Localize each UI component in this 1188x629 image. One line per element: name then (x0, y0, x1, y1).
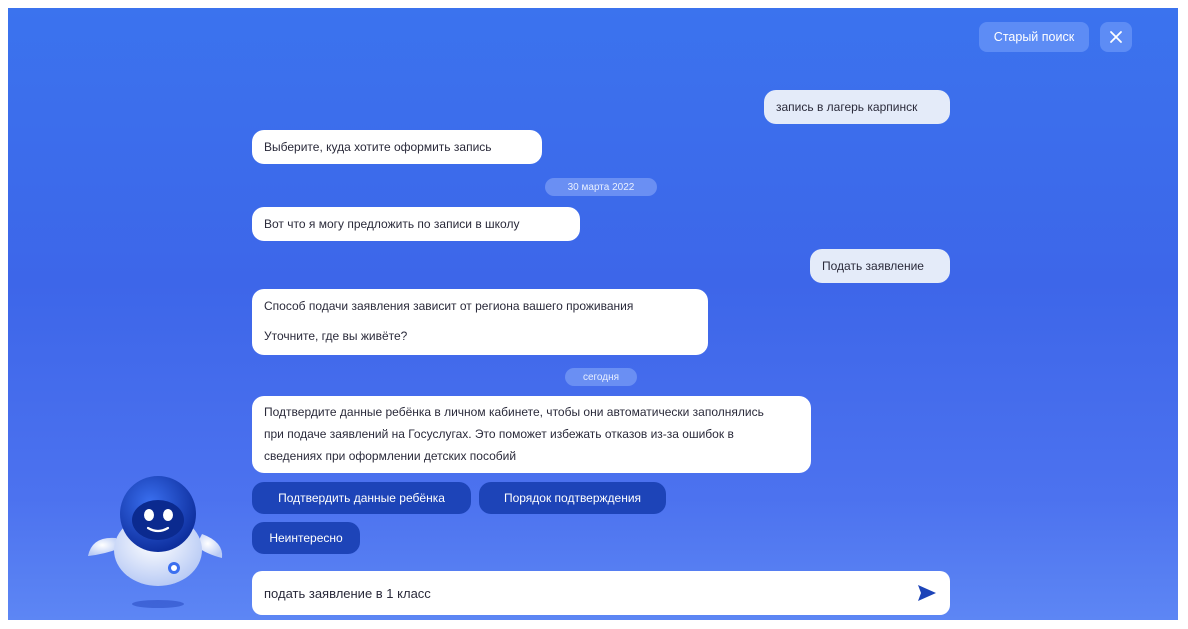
message-input-bar (252, 571, 950, 615)
not-interested-button[interactable]: Неинтересно (252, 522, 360, 554)
message-input[interactable] (262, 584, 912, 602)
close-icon (1110, 31, 1122, 43)
date-separator: 30 марта 2022 (545, 178, 657, 196)
bot-message: Вот что я могу предложить по записи в шк… (252, 207, 580, 241)
send-icon (918, 585, 936, 601)
confirm-child-data-button[interactable]: Подтвердить данные ребёнка (252, 482, 471, 514)
date-separator: сегодня (565, 368, 637, 386)
bot-message-line: Способ подачи заявления зависит от регио… (264, 299, 634, 313)
bot-message: Выберите, куда хотите оформить запись (252, 130, 542, 164)
bot-message: Способ подачи заявления зависит от регио… (252, 289, 708, 355)
chat-window: Старый поиск запись в лагерь карпинск Вы… (8, 8, 1178, 620)
bot-message: Подтвердите данные ребёнка в личном каби… (252, 396, 811, 473)
close-button[interactable] (1100, 22, 1132, 52)
user-message: Подать заявление (810, 249, 950, 283)
confirmation-order-button[interactable]: Порядок подтверждения (479, 482, 666, 514)
old-search-button[interactable]: Старый поиск (979, 22, 1089, 52)
send-button[interactable] (912, 578, 942, 608)
user-message: запись в лагерь карпинск (764, 90, 950, 124)
bot-message-line: Уточните, где вы живёте? (264, 329, 408, 343)
robot-assistant-avatar (88, 476, 223, 608)
